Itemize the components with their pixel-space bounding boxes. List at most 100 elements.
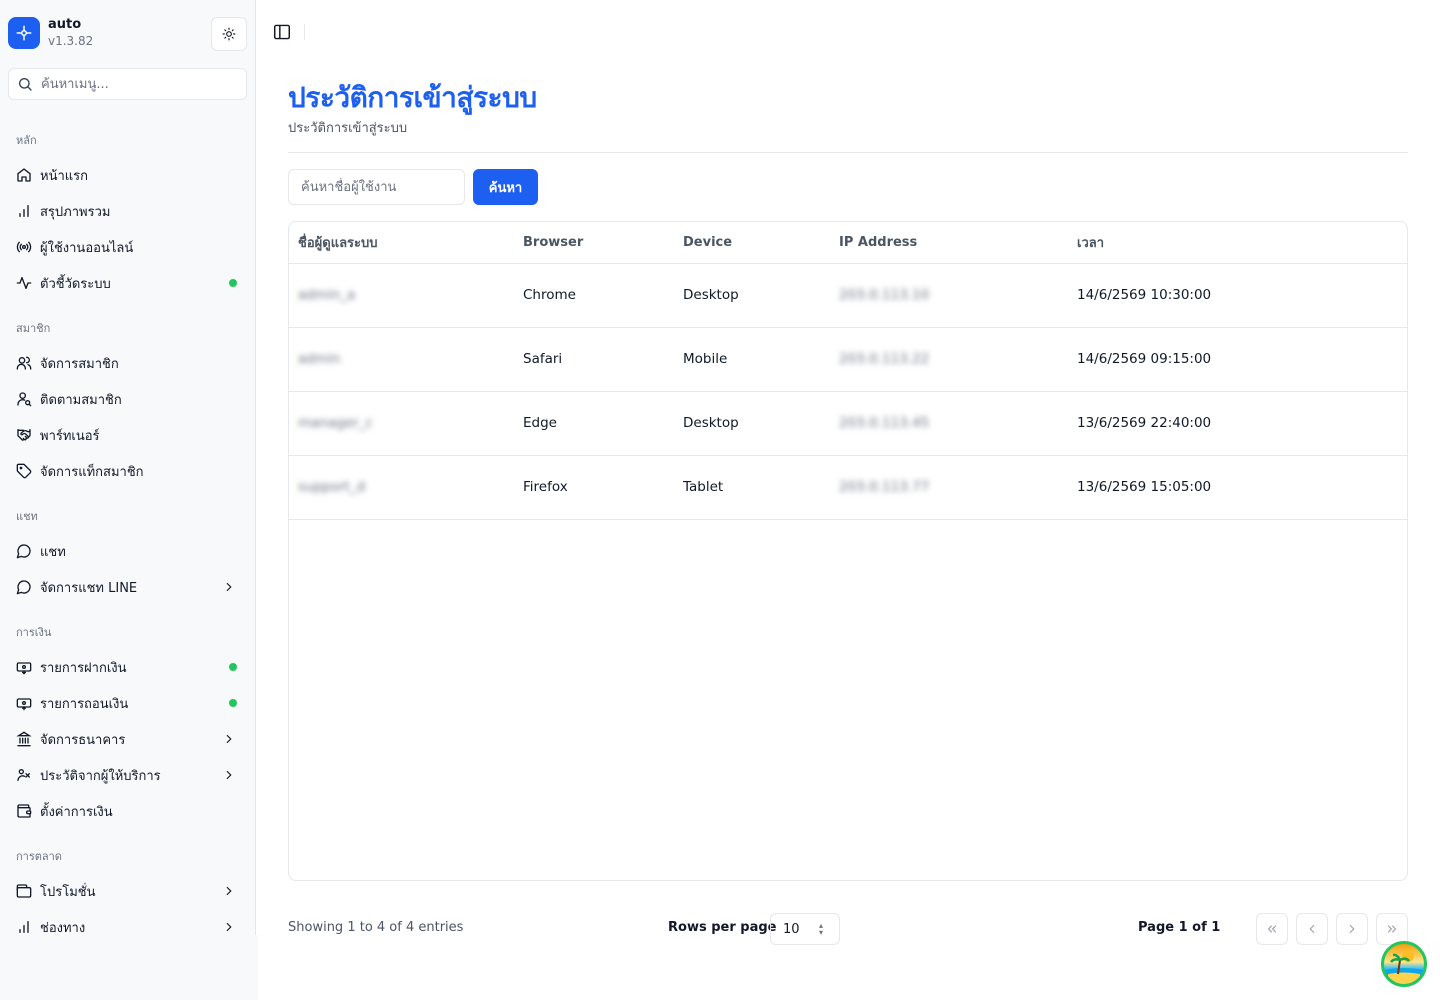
column-header-admin[interactable]: ชื่อผู้ดูแลระบบ (289, 222, 514, 264)
wallet-icon (16, 803, 32, 819)
column-header-device[interactable]: Device (674, 222, 830, 264)
theme-toggle-button[interactable] (211, 17, 247, 51)
withdraw-icon (16, 695, 32, 711)
device-cell: Desktop (674, 263, 830, 328)
browser-cell: Firefox (514, 455, 674, 520)
tag-icon (16, 463, 32, 479)
chevron-right-icon (226, 734, 232, 744)
previous-page-button[interactable] (1296, 913, 1328, 945)
time-cell: 14/6/2569 10:30:00 (1068, 263, 1407, 328)
sidebar-item-home[interactable]: หน้าแรก (8, 159, 248, 191)
radio-icon (16, 239, 32, 255)
first-page-button[interactable] (1256, 913, 1288, 945)
sidebar-item-system-metrics[interactable]: ตัวชี้วัดระบบ (8, 267, 248, 299)
sidebar-item-label: สรุปภาพรวม (40, 204, 111, 220)
entries-summary: Showing 1 to 4 of 4 entries (288, 920, 464, 935)
browser-cell: Edge (514, 391, 674, 456)
admin-name-cell: admin (298, 351, 341, 367)
sidebar-item-line-chat[interactable]: จัดการแชท LINE (8, 571, 248, 603)
search-button[interactable]: ค้นหา (473, 169, 538, 205)
user-search-icon (16, 391, 32, 407)
page-subtitle: ประวัติการเข้าสู่ระบบ (288, 121, 408, 136)
brand[interactable]: auto v1.3.82 (8, 17, 93, 49)
sidebar-item-finance-settings[interactable]: ตั้งค่าการเงิน (8, 795, 248, 827)
bar-chart-icon (16, 919, 32, 935)
app-name: auto (48, 17, 82, 32)
menu-search-input[interactable] (41, 76, 231, 92)
gift-card-icon (16, 883, 32, 899)
sidebar-item-withdrawals[interactable]: รายการถอนเงิน (8, 687, 248, 719)
sidebar-item-label: หน้าแรก (40, 168, 88, 184)
login-history-table: ชื่อผู้ดูแลระบบ Browser Device IP Addres… (288, 221, 1408, 881)
ip-cell: 203.0.113.22 (839, 351, 930, 367)
admin-name-cell: admin_a (298, 287, 356, 303)
message-circle-icon (16, 543, 32, 559)
chevron-right-icon (226, 582, 232, 592)
status-dot (229, 279, 237, 287)
sidebar-item-promotions[interactable]: โปรโมชั่น (8, 875, 248, 907)
handshake-icon (16, 427, 32, 443)
bank-icon (16, 731, 32, 747)
ip-cell: 203.0.113.45 (839, 415, 930, 431)
chevrons-left-icon (1267, 925, 1277, 933)
table-row[interactable]: support_d Firefox Tablet 203.0.113.77 13… (289, 455, 1407, 520)
table-header-row: ชื่อผู้ดูแลระบบ Browser Device IP Addres… (289, 222, 1407, 264)
group-label-finance: การเงิน (16, 626, 52, 639)
group-label-chat: แชท (16, 510, 38, 523)
column-header-ip[interactable]: IP Address (830, 222, 1068, 264)
home-icon (16, 167, 32, 183)
sidebar-item-label: ประวัติจากผู้ให้บริการ (40, 768, 161, 784)
sidebar-item-online-users[interactable]: ผู้ใช้งานออนไลน์ (8, 231, 248, 263)
column-header-browser[interactable]: Browser (514, 222, 674, 264)
sidebar-item-label: ตั้งค่าการเงิน (40, 804, 113, 820)
ip-cell: 203.0.113.10 (839, 287, 930, 303)
group-label-members: สมาชิก (16, 322, 51, 335)
table-row[interactable]: manager_c Edge Desktop 203.0.113.45 13/6… (289, 391, 1407, 456)
sidebar-item-track-members[interactable]: ติดตามสมาชิก (8, 383, 248, 415)
chevron-left-icon (1309, 924, 1315, 934)
app-version: v1.3.82 (48, 34, 94, 48)
sidebar-item-partners[interactable]: พาร์ทเนอร์ (8, 419, 248, 451)
chevrons-up-down-icon: ▴ ▾ (818, 921, 823, 937)
sidebar-item-banks[interactable]: จัดการธนาคาร (8, 723, 248, 755)
sidebar: auto v1.3.82 หลัก หน้าแรก สรุปภาพรวม ผู้… (0, 0, 256, 1000)
browser-cell: Chrome (514, 263, 674, 328)
admin-name-cell: support_d (298, 479, 366, 495)
time-cell: 14/6/2569 09:15:00 (1068, 327, 1407, 392)
sidebar-item-deposits[interactable]: รายการฝากเงิน (8, 651, 248, 683)
username-search-input[interactable] (288, 169, 465, 205)
activity-icon (16, 275, 32, 291)
sidebar-item-manage-members[interactable]: จัดการสมาชิก (8, 347, 248, 379)
sidebar-item-label: รายการถอนเงิน (40, 696, 129, 712)
table-row[interactable]: admin_a Chrome Desktop 203.0.113.10 14/6… (289, 263, 1407, 328)
sidebar-item-label: จัดการแชท LINE (40, 580, 138, 596)
sidebar-footer (0, 935, 258, 1000)
deposit-icon (16, 659, 32, 675)
menu-search[interactable] (8, 68, 247, 100)
sidebar-item-provider-history[interactable]: ประวัติจากผู้ให้บริการ (8, 759, 248, 791)
rows-per-page-value: 10 (783, 921, 800, 937)
chevron-right-icon (226, 886, 232, 896)
page-indicator: Page 1 of 1 (1138, 920, 1221, 935)
sidebar-item-chat[interactable]: แชท (8, 535, 248, 567)
table-row[interactable]: admin Safari Mobile 203.0.113.22 14/6/25… (289, 327, 1407, 392)
column-header-time[interactable]: เวลา (1068, 222, 1407, 264)
app-logo-icon (8, 17, 40, 49)
sidebar-item-member-tags[interactable]: จัดการแท็กสมาชิก (8, 455, 248, 487)
sidebar-item-label: จัดการธนาคาร (40, 732, 126, 748)
sidebar-item-label: จัดการแท็กสมาชิก (40, 464, 144, 480)
toolbar-divider (304, 24, 305, 40)
sidebar-item-label: ผู้ใช้งานออนไลน์ (40, 240, 134, 256)
next-page-button[interactable] (1336, 913, 1368, 945)
search-icon (19, 78, 32, 91)
device-cell: Tablet (674, 455, 830, 520)
divider (288, 152, 1408, 153)
device-cell: Desktop (674, 391, 830, 456)
chevron-right-icon (226, 922, 232, 932)
sidebar-toggle-button[interactable] (272, 23, 292, 41)
sidebar-item-label: แชท (40, 544, 66, 560)
sidebar-item-overview[interactable]: สรุปภาพรวม (8, 195, 248, 227)
users-icon (16, 355, 32, 371)
avatar[interactable] (1381, 941, 1427, 987)
rows-per-page-select[interactable]: 10 ▴ ▾ (770, 913, 840, 945)
